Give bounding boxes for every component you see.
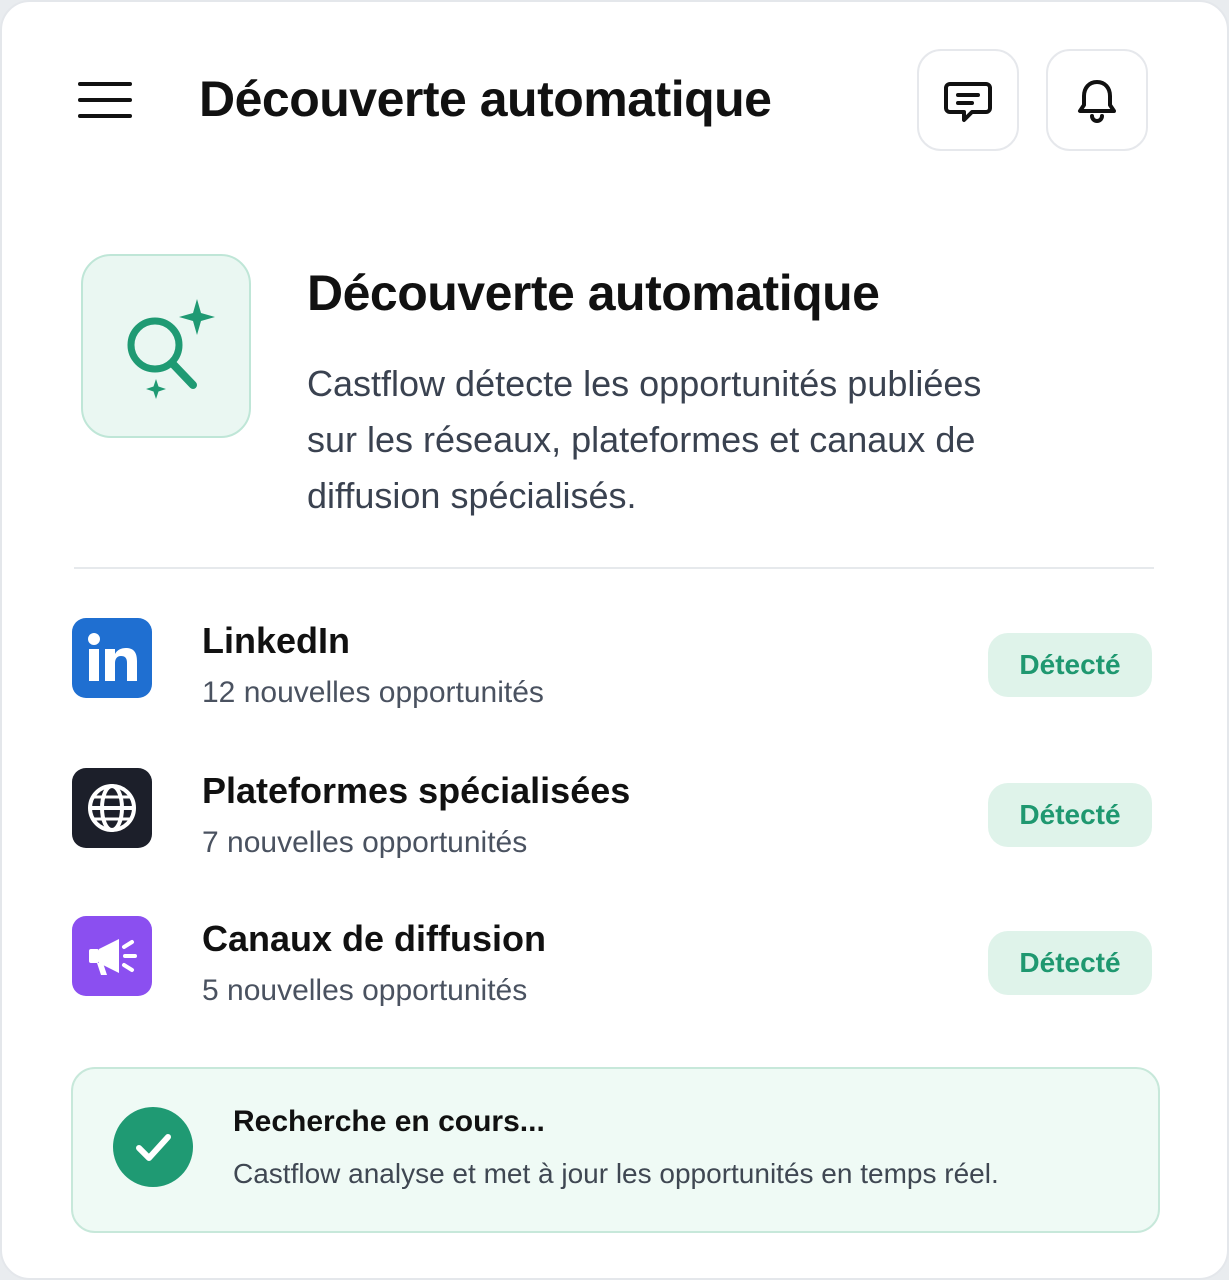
page-title: Découverte automatique (199, 71, 772, 127)
globe-icon (72, 768, 152, 848)
check-circle-icon (113, 1107, 193, 1187)
divider (74, 567, 1154, 569)
status-badge: Détecté (988, 931, 1152, 995)
sparkle-search-icon (127, 299, 215, 399)
source-count: 7 nouvelles opportunités (202, 826, 528, 859)
bell-icon (1078, 80, 1116, 123)
status-badge: Détecté (988, 783, 1152, 847)
source-name: Canaux de diffusion (202, 918, 547, 959)
source-count: 5 nouvelles opportunités (202, 974, 528, 1007)
messages-button[interactable] (917, 49, 1019, 151)
megaphone-icon (72, 916, 152, 996)
source-count: 12 nouvelles opportunités (202, 676, 544, 709)
hero-icon-tile (81, 254, 251, 438)
status-description: Castflow analyse et met à jour les oppor… (233, 1158, 999, 1189)
source-name: LinkedIn (202, 620, 351, 661)
status-title: Recherche en cours... (233, 1105, 545, 1138)
hero-title: Découverte automatique (307, 265, 880, 321)
linkedin-icon (72, 618, 152, 698)
status-badge: Détecté (988, 633, 1152, 697)
source-item-linkedin[interactable]: LinkedIn 12 nouvelles opportunités Détec… (72, 618, 1154, 718)
hamburger-menu-icon[interactable] (78, 82, 132, 118)
discovery-card: Découverte automatique Découverte automa… (0, 0, 1229, 1280)
source-name: Plateformes spécialisées (202, 770, 631, 811)
message-icon (944, 82, 992, 122)
notifications-button[interactable] (1046, 49, 1148, 151)
source-item-broadcast-channels[interactable]: Canaux de diffusion 5 nouvelles opportun… (72, 916, 1154, 1016)
hero-description: Castflow détecte les opportunités publié… (307, 363, 982, 516)
source-item-specialized-platforms[interactable]: Plateformes spécialisées 7 nouvelles opp… (72, 768, 1154, 868)
search-status-panel: Recherche en cours... Castflow analyse e… (71, 1067, 1160, 1233)
